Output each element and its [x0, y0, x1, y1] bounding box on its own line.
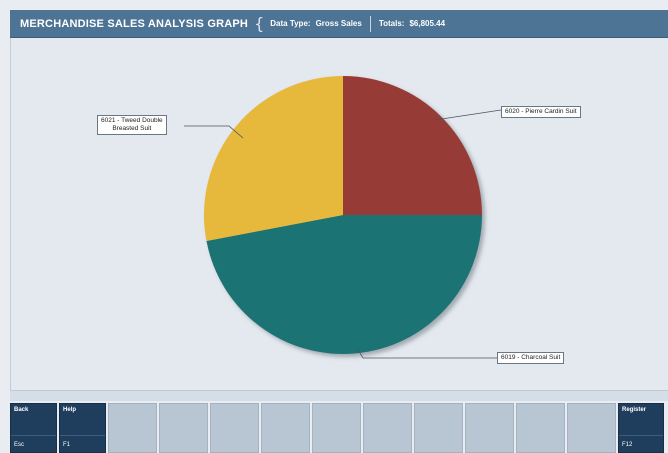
- fkey-label: Help: [63, 407, 77, 413]
- data-type-value: Gross Sales: [315, 19, 362, 28]
- fkey-label: Register: [622, 407, 647, 413]
- function-key-bar: Back Esc Help F1 Register F12: [10, 403, 668, 453]
- slice-pierre-cardin: [343, 76, 482, 215]
- pie-chart: [184, 76, 502, 359]
- callout-tweed-line1: 6021 - Tweed Double: [101, 117, 163, 124]
- fkey-help[interactable]: Help F1: [59, 403, 106, 453]
- fkey-empty-10: [516, 403, 565, 453]
- slice-tweed: [203, 76, 343, 242]
- fkey-shortcut: F1: [63, 442, 71, 448]
- fkey-back[interactable]: Back Esc: [10, 403, 57, 453]
- callout-pierre-cardin: 6020 - Pierre Cardin Suit: [501, 106, 581, 119]
- totals-value: $6,805.44: [409, 19, 446, 28]
- callout-tweed: 6021 - Tweed Double Breasted Suit: [97, 115, 167, 136]
- fkey-empty-6: [312, 403, 361, 453]
- callout-pierre-cardin-label: 6020 - Pierre Cardin Suit: [505, 108, 577, 115]
- callout-tweed-line2: Breasted Suit: [112, 125, 152, 133]
- fkey-empty-5: [261, 403, 310, 453]
- header-meta: Data Type: Gross Sales Totals: $6,805.44: [270, 15, 446, 32]
- fkey-divider: [619, 435, 663, 436]
- title-bar: MERCHANDISE SALES ANALYSIS GRAPH { Data …: [10, 10, 668, 38]
- callout-charcoal-label: 6019 - Charcoal Suit: [501, 354, 561, 361]
- fkey-empty-9: [465, 403, 514, 453]
- callout-charcoal: 6019 - Charcoal Suit: [497, 352, 565, 365]
- totals-label: Totals:: [378, 19, 405, 28]
- data-type-label: Data Type:: [270, 19, 311, 28]
- fkey-divider: [60, 435, 105, 436]
- fkey-empty-3: [159, 403, 208, 453]
- leader-pierre-cardin: [434, 109, 502, 121]
- header-separator: [369, 15, 371, 32]
- fkey-register[interactable]: Register F12: [618, 403, 664, 453]
- page-title: MERCHANDISE SALES ANALYSIS GRAPH: [20, 17, 249, 30]
- chart-area: 6021 - Tweed Double Breasted Suit 6020 -…: [10, 38, 668, 390]
- fkey-empty-11: [567, 403, 616, 453]
- fkey-empty-2: [108, 403, 157, 453]
- fkey-shortcut: F12: [622, 442, 633, 448]
- chart-footer-band: [10, 390, 668, 401]
- fkey-empty-7: [363, 403, 412, 453]
- slice-charcoal: [206, 215, 483, 355]
- fkey-label: Back: [14, 407, 29, 413]
- fkey-divider: [11, 435, 56, 436]
- brace-divider: {: [254, 13, 265, 33]
- fkey-empty-8: [414, 403, 463, 453]
- app-frame: MERCHANDISE SALES ANALYSIS GRAPH { Data …: [0, 0, 668, 453]
- fkey-empty-4: [210, 403, 259, 453]
- fkey-shortcut: Esc: [14, 442, 25, 448]
